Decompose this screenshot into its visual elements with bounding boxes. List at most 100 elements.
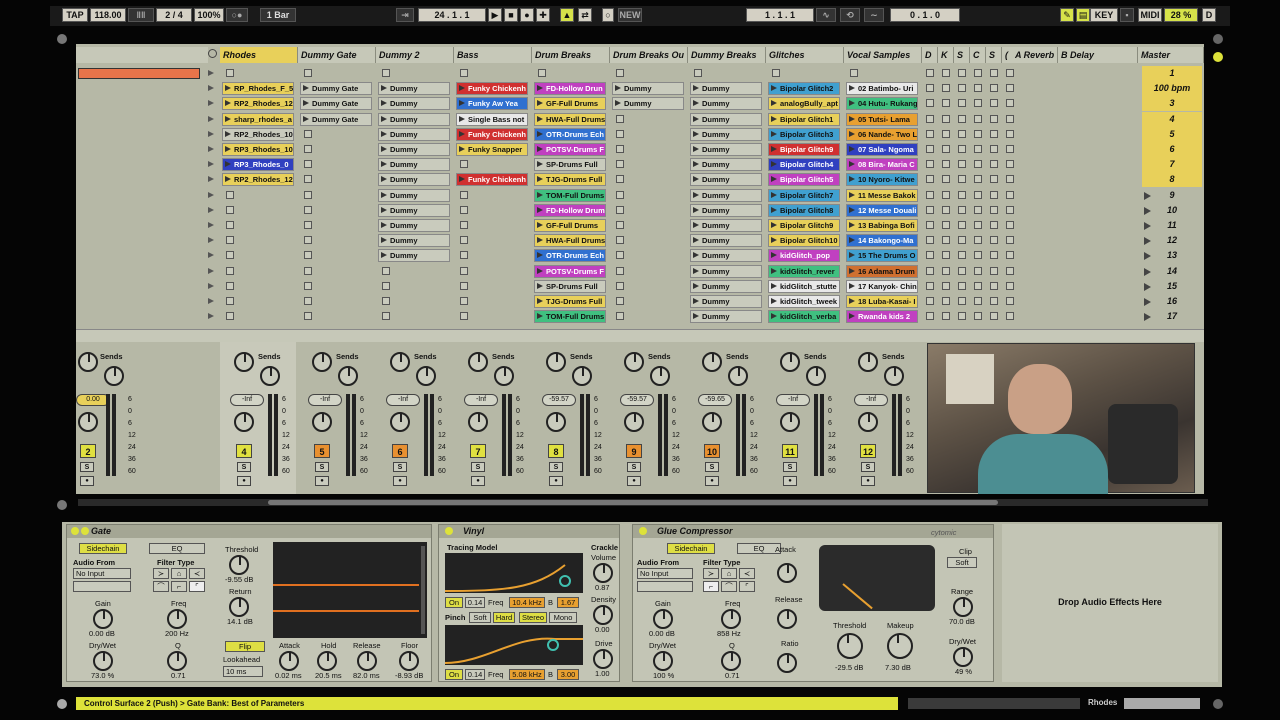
empty-clip-slot[interactable] bbox=[304, 69, 312, 77]
pinch-hard-button[interactable]: Hard bbox=[493, 612, 515, 623]
empty-clip-slot[interactable] bbox=[942, 251, 950, 260]
pan-knob[interactable] bbox=[702, 412, 722, 432]
empty-clip-slot[interactable] bbox=[1006, 114, 1014, 123]
empty-clip-slot[interactable] bbox=[926, 129, 934, 138]
clip[interactable]: 05 Tutsi- Lama bbox=[846, 112, 918, 126]
empty-clip-slot[interactable] bbox=[460, 281, 468, 290]
drywet-knob[interactable] bbox=[93, 651, 113, 671]
follow-icon[interactable]: ⇥ bbox=[396, 8, 414, 22]
empty-clip-slot[interactable] bbox=[1006, 129, 1014, 138]
empty-clip-slot[interactable] bbox=[990, 175, 998, 184]
clip[interactable]: 11 Messe Bakok bbox=[846, 188, 918, 202]
glue-filter-bandpass-icon[interactable]: ⌂ bbox=[721, 568, 737, 579]
pinch-soft-button[interactable]: Soft bbox=[469, 612, 491, 623]
empty-clip-slot[interactable] bbox=[304, 160, 312, 169]
empty-clip-slot[interactable] bbox=[990, 221, 998, 229]
filter-lowpass-icon[interactable]: ≻ bbox=[153, 568, 169, 579]
empty-clip-slot[interactable] bbox=[616, 221, 624, 229]
empty-clip-slot[interactable] bbox=[958, 145, 966, 153]
empty-clip-slot[interactable] bbox=[926, 297, 934, 305]
empty-clip-slot[interactable] bbox=[942, 266, 950, 275]
empty-clip-slot[interactable] bbox=[926, 69, 934, 77]
clip[interactable]: Dummy bbox=[378, 219, 450, 232]
track-header-small[interactable]: C bbox=[970, 47, 986, 63]
glue-soft-clip-button[interactable]: Soft bbox=[947, 557, 977, 568]
clip[interactable]: RP2_Rhodes_12 bbox=[222, 173, 294, 187]
empty-clip-slot[interactable] bbox=[958, 297, 966, 305]
track-header-small[interactable]: S bbox=[986, 47, 1002, 63]
empty-clip-slot[interactable] bbox=[958, 175, 966, 184]
empty-clip-slot[interactable] bbox=[974, 236, 982, 245]
pinch-freq-field[interactable]: 5.08 kHz bbox=[509, 669, 545, 680]
clip[interactable]: Dummy bbox=[690, 234, 762, 248]
arm-button[interactable]: ● bbox=[783, 476, 797, 486]
filter-highpass-icon[interactable]: ≺ bbox=[189, 568, 205, 579]
new-button[interactable]: NEW bbox=[618, 8, 642, 22]
clip[interactable]: Dummy bbox=[690, 219, 762, 232]
scene-name[interactable]: 11 bbox=[1142, 218, 1202, 233]
track-header-drum-breaks[interactable]: Drum Breaks bbox=[532, 47, 610, 63]
scene-name[interactable]: 16 bbox=[1142, 294, 1202, 309]
midi-map-button[interactable]: MIDI bbox=[1138, 8, 1162, 22]
pinch-width-field[interactable]: 3.00 bbox=[557, 669, 579, 680]
session-view-icon[interactable] bbox=[1213, 34, 1223, 44]
empty-clip-slot[interactable] bbox=[926, 236, 934, 245]
overview-toggle-icon[interactable] bbox=[57, 34, 67, 44]
empty-clip-slot[interactable] bbox=[958, 266, 966, 275]
tracing-freq-field[interactable]: 10.4 kHz bbox=[509, 597, 545, 608]
scene-name[interactable]: 5 bbox=[1142, 126, 1202, 142]
empty-clip-slot[interactable] bbox=[990, 281, 998, 290]
empty-clip-slot[interactable] bbox=[1006, 221, 1014, 229]
clip[interactable]: RP2_Rhodes_12 bbox=[222, 97, 294, 111]
arm-button[interactable]: ● bbox=[315, 476, 329, 486]
back-to-arrangement-icon[interactable]: ⇄ bbox=[578, 8, 592, 22]
empty-clip-slot[interactable] bbox=[226, 236, 234, 245]
clip[interactable]: Dummy bbox=[690, 143, 762, 156]
empty-clip-slot[interactable] bbox=[974, 160, 982, 169]
crackle-volume-knob[interactable] bbox=[593, 563, 613, 583]
clip[interactable]: Dummy Gate bbox=[300, 97, 372, 111]
empty-clip-slot[interactable] bbox=[304, 266, 312, 275]
pan-knob[interactable] bbox=[390, 412, 410, 432]
empty-clip-slot[interactable] bbox=[1006, 84, 1014, 93]
quantize-select[interactable]: 1 Bar bbox=[260, 8, 296, 22]
empty-clip-slot[interactable] bbox=[460, 69, 468, 77]
scene-launch-icon[interactable] bbox=[208, 176, 214, 183]
send-b-knob[interactable] bbox=[806, 366, 826, 386]
clip[interactable]: Dummy bbox=[690, 158, 762, 172]
clip[interactable]: TOM-Full Drums bbox=[534, 188, 606, 202]
empty-clip-slot[interactable] bbox=[226, 251, 234, 260]
clip[interactable]: 06 Nande- Two L bbox=[846, 127, 918, 141]
glue-audio-from-select[interactable]: No Input bbox=[637, 568, 693, 579]
metronome-icon[interactable]: ○● bbox=[226, 8, 248, 22]
clip[interactable]: Funky Chickenh bbox=[456, 173, 528, 187]
clip[interactable]: SP-Drums Full bbox=[534, 158, 606, 172]
track-activator-button[interactable]: 10 bbox=[704, 444, 720, 458]
empty-clip-slot[interactable] bbox=[772, 69, 780, 77]
pan-knob[interactable] bbox=[858, 412, 878, 432]
volume-field[interactable]: -Inf bbox=[386, 394, 420, 406]
clip[interactable]: Funky Snapper bbox=[456, 143, 528, 156]
empty-clip-slot[interactable] bbox=[382, 266, 390, 275]
glue-sidechain-button[interactable]: Sidechain bbox=[667, 543, 715, 554]
empty-clip-slot[interactable] bbox=[974, 190, 982, 199]
track-activator-button[interactable]: 5 bbox=[314, 444, 330, 458]
clip[interactable]: Dummy bbox=[690, 249, 762, 263]
empty-clip-slot[interactable] bbox=[616, 266, 624, 275]
clip[interactable]: Dummy bbox=[690, 279, 762, 293]
master-track-header[interactable]: Master bbox=[1138, 47, 1204, 63]
send-a-knob[interactable] bbox=[312, 352, 332, 372]
volume-field[interactable]: -59.57 bbox=[620, 394, 654, 406]
empty-clip-slot[interactable] bbox=[958, 84, 966, 93]
track-header-bass[interactable]: Bass bbox=[454, 47, 532, 63]
empty-clip-slot[interactable] bbox=[926, 145, 934, 153]
glue-ratio-knob[interactable] bbox=[777, 653, 797, 673]
glue-audio-from-channel-select[interactable] bbox=[637, 581, 693, 592]
empty-clip-slot[interactable] bbox=[616, 190, 624, 199]
vinyl-title[interactable]: Vinyl bbox=[439, 525, 619, 538]
empty-clip-slot[interactable] bbox=[694, 69, 702, 77]
track-activator-button[interactable]: 2 bbox=[80, 444, 96, 458]
clip[interactable]: OTR-Drums Ech bbox=[534, 249, 606, 263]
send-a-knob[interactable] bbox=[624, 352, 644, 372]
empty-clip-slot[interactable] bbox=[990, 129, 998, 138]
